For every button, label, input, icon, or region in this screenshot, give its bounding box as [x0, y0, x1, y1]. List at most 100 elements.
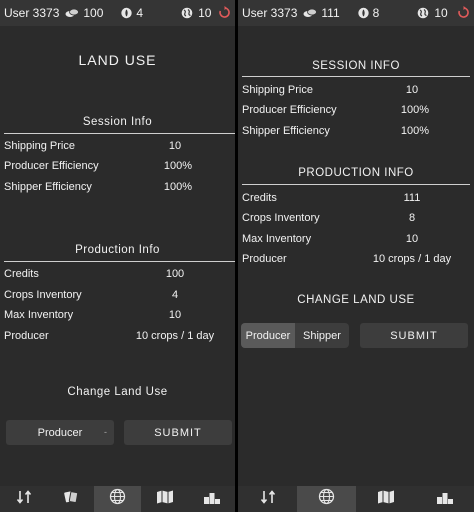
seed-icon — [121, 7, 133, 19]
info-row: Crops Inventory 4 — [0, 289, 235, 303]
info-value: 100% — [163, 181, 193, 193]
credits-stat: 100 — [65, 6, 103, 20]
username: User 3373 — [4, 6, 60, 20]
production-info-heading: PRODUCTION INFO — [298, 167, 414, 179]
page-title: LAND USE — [78, 52, 157, 68]
submit-button[interactable]: SUBMIT — [124, 420, 232, 445]
right-panel: User 3373 111 8 10 SESSION INFO Shipping… — [238, 0, 474, 512]
production-divider — [4, 261, 235, 262]
info-label: Shipping Price — [242, 84, 313, 96]
nav-globe-button[interactable] — [297, 486, 356, 512]
chevron-down-icon: - — [104, 427, 107, 437]
coins-icon — [65, 8, 80, 18]
globe-icon — [417, 7, 429, 19]
info-value: 10 — [168, 309, 182, 321]
info-value: 4 — [171, 289, 179, 301]
credits-count: 111 — [321, 6, 340, 20]
globe-icon — [318, 488, 335, 510]
map-icon — [156, 489, 174, 510]
globe-icon — [181, 7, 193, 19]
info-value: 100% — [400, 104, 430, 116]
info-value: 100 — [165, 268, 185, 280]
change-land-use-heading: CHANGE LAND USE — [297, 294, 415, 306]
info-label: Credits — [4, 268, 39, 280]
land-use-toggle: Producer Shipper — [241, 323, 349, 348]
bottom-nav — [0, 486, 235, 512]
credits-stat: 111 — [303, 6, 340, 20]
info-row: Max Inventory 10 — [238, 233, 474, 247]
info-label: Shipper Efficiency — [242, 125, 330, 137]
info-row: Producer Efficiency 100% — [0, 160, 235, 174]
nav-leaderboard-button[interactable] — [415, 486, 474, 512]
info-value: 10 — [405, 233, 419, 245]
info-label: Producer Efficiency — [4, 160, 99, 172]
info-value: 10 — [405, 84, 419, 96]
seed-icon — [357, 7, 369, 19]
map-icon — [377, 489, 395, 510]
info-value: 10 crops / 1 day — [372, 253, 452, 265]
info-label: Producer — [242, 253, 287, 265]
info-value: 8 — [408, 212, 416, 224]
session-info-heading: Session Info — [82, 116, 153, 128]
players-count: 10 — [198, 6, 212, 20]
bottom-nav — [238, 486, 474, 512]
production-divider — [242, 184, 470, 185]
status-bar: User 3373 100 4 10 — [0, 0, 235, 26]
sort-icon — [16, 489, 32, 510]
land-use-select[interactable]: Producer - — [6, 420, 114, 445]
submit-button[interactable]: SUBMIT — [360, 323, 468, 348]
nav-cards-button[interactable] — [47, 486, 94, 512]
refresh-icon[interactable] — [457, 6, 470, 19]
info-row: Shipper Efficiency 100% — [238, 125, 474, 139]
nav-sort-button[interactable] — [0, 486, 47, 512]
info-label: Max Inventory — [4, 309, 74, 321]
sort-icon — [260, 489, 276, 510]
coins-icon — [303, 8, 318, 18]
players-stat: 10 — [417, 6, 448, 20]
username: User 3373 — [242, 6, 298, 20]
info-row: Max Inventory 10 — [0, 309, 235, 323]
info-value: 100% — [400, 125, 430, 137]
info-label: Crops Inventory — [4, 289, 82, 301]
inventory-stat: 8 — [357, 6, 379, 20]
cards-icon — [63, 489, 79, 510]
info-label: Crops Inventory — [242, 212, 320, 224]
inventory-stat: 4 — [121, 6, 143, 20]
players-stat: 10 — [181, 6, 211, 20]
inventory-count: 4 — [136, 6, 144, 20]
credits-count: 100 — [83, 6, 104, 20]
session-info-heading: SESSION INFO — [312, 60, 400, 72]
info-row: Crops Inventory 8 — [238, 212, 474, 226]
info-label: Shipping Price — [4, 140, 75, 152]
info-label: Credits — [242, 192, 277, 204]
nav-globe-button[interactable] — [94, 486, 141, 512]
info-row: Credits 111 — [238, 192, 474, 206]
nav-sort-button[interactable] — [238, 486, 297, 512]
nav-leaderboard-button[interactable] — [188, 486, 235, 512]
option-shipper[interactable]: Shipper — [295, 323, 349, 348]
globe-icon — [109, 488, 126, 510]
option-producer[interactable]: Producer — [241, 323, 295, 348]
nav-map-button[interactable] — [141, 486, 188, 512]
info-label: Producer — [4, 330, 49, 342]
info-label: Shipper Efficiency — [4, 181, 92, 193]
select-value: Producer — [37, 426, 83, 439]
info-value: 100% — [163, 160, 193, 172]
left-panel: User 3373 100 4 10 LAND USE Session Info… — [0, 0, 235, 512]
change-land-use-heading: Change Land Use — [67, 386, 168, 398]
status-bar: User 3373 111 8 10 — [238, 0, 474, 26]
info-row: Shipping Price 10 — [238, 84, 474, 98]
info-row: Credits 100 — [0, 268, 235, 282]
nav-map-button[interactable] — [356, 486, 415, 512]
info-row: Shipping Price 10 — [0, 140, 235, 154]
info-label: Producer Efficiency — [242, 104, 337, 116]
refresh-icon[interactable] — [218, 6, 231, 19]
production-info-heading: Production Info — [75, 244, 160, 256]
info-value: 10 — [168, 140, 182, 152]
players-count: 10 — [434, 6, 448, 20]
podium-icon — [203, 489, 221, 510]
info-label: Max Inventory — [242, 233, 312, 245]
info-row: Producer 10 crops / 1 day — [238, 253, 474, 267]
podium-icon — [436, 489, 454, 510]
info-value: 111 — [403, 192, 421, 204]
